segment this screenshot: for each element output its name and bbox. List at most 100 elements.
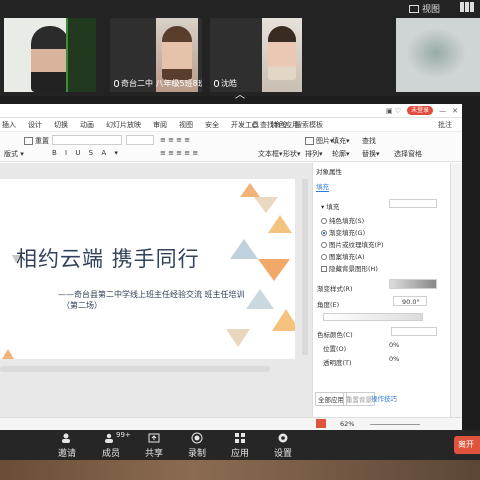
participant-gallery: 视图 奇台二中 八年级5班8班数... 沈皓 ︿ [0, 0, 480, 101]
position-label: 位置(O) [323, 345, 347, 353]
position-value[interactable]: 0% [389, 341, 399, 349]
vertical-scrollbar[interactable] [302, 179, 308, 355]
meeting-toolbar: 邀请 99+ 成员 共享 录制 应用 设置 离开 [0, 430, 480, 460]
reset-icon [24, 137, 33, 145]
menu-design[interactable]: 设计 [22, 120, 48, 130]
menu-view[interactable]: 视图 [173, 120, 199, 130]
record-button[interactable]: 录制 [180, 432, 214, 459]
transparency-value[interactable]: 0% [389, 355, 399, 363]
decor-triangle [2, 349, 14, 359]
checkbox-icon [321, 266, 327, 272]
option-gradient[interactable]: 渐变填充(G) [321, 227, 365, 237]
fill-button[interactable]: 填充▾ [332, 136, 350, 146]
comment-button[interactable]: 批注 [438, 120, 452, 130]
decor-triangle [268, 215, 292, 233]
wps-statusbar: 62% [0, 417, 462, 430]
hide-bg-checkbox[interactable]: 隐藏背景图形(H) [321, 263, 378, 273]
leave-button[interactable]: 离开 [454, 436, 480, 454]
tips-link[interactable]: 操作技巧 [371, 393, 397, 403]
option-pattern[interactable]: 图案填充(A) [321, 251, 365, 261]
close-icon[interactable]: ✕ [452, 107, 458, 115]
shared-screen: ▣ ♡ 未登录 — ✕ 插入 设计 切换 动画 幻灯片放映 审阅 视图 安全 开… [0, 104, 462, 430]
color-stop-select[interactable] [391, 327, 437, 336]
settings-button[interactable]: 设置 [266, 432, 300, 459]
align-buttons[interactable]: ≡ ≡ ≡ ≡ ≡ [160, 149, 198, 157]
collapse-gallery-icon[interactable]: ︿ [235, 91, 245, 101]
right-sidebar[interactable] [450, 163, 462, 417]
gallery-layout-icon[interactable] [460, 2, 474, 12]
members-button[interactable]: 99+ 成员 [94, 431, 131, 459]
minimize-icon[interactable]: — [439, 107, 446, 115]
menu-transition[interactable]: 切换 [48, 120, 74, 130]
gradient-style-label: 渐变样式(R) [317, 285, 353, 293]
decor-triangle [254, 197, 278, 213]
font-format-buttons[interactable]: B I U S A ▾ [52, 149, 121, 157]
participant-video [406, 28, 466, 78]
arrange-button[interactable]: 排列▾ [305, 149, 323, 159]
object-properties-panel: 对象属性 填充 ▾ 填充 纯色填充(S) 渐变填充(G) 图片或纹理填充(P) … [312, 163, 450, 417]
invite-button[interactable]: 邀请 [50, 432, 84, 459]
paragraph-buttons[interactable]: ≡ ≡ ≡ ≡ [160, 136, 190, 144]
font-size-select[interactable] [126, 135, 154, 145]
tab-fill[interactable]: 填充 [316, 181, 329, 192]
speaking-indicator [66, 18, 96, 92]
background-photo [0, 460, 480, 480]
participant-tile-1[interactable] [4, 18, 96, 92]
participant-tile-4[interactable] [396, 18, 480, 92]
outline-button[interactable]: 轮廓▾ [332, 149, 350, 159]
decor-triangle [258, 259, 290, 281]
horizontal-scrollbar[interactable] [0, 366, 270, 372]
mic-icon [114, 80, 119, 87]
menu-insert[interactable]: 插入 [0, 120, 22, 130]
reset-button[interactable]: 重置 [24, 136, 49, 146]
gradient-bar[interactable] [323, 313, 423, 321]
slide-canvas[interactable]: 相约云端 携手同行 ——奇台县第二中学线上班主任经验交流 班主任培训 （第二场） [0, 179, 295, 359]
zoom-slider[interactable] [370, 424, 420, 425]
invite-icon [62, 433, 70, 443]
textbox-button[interactable]: 文本框▾ [258, 149, 283, 159]
option-solid[interactable]: 纯色填充(S) [321, 215, 364, 225]
apps-icon [235, 433, 245, 443]
radio-icon [321, 254, 327, 260]
menu-security[interactable]: 安全 [199, 120, 225, 130]
view-button[interactable]: 视图 [408, 2, 440, 15]
participant-video [262, 18, 302, 92]
search-label: 查找命令、搜索模板 [260, 121, 323, 129]
decor-triangle [226, 329, 250, 347]
apps-button[interactable]: 应用 [223, 432, 257, 459]
angle-input[interactable]: 90.0° [393, 296, 427, 306]
decor-triangle [272, 309, 295, 331]
font-name-select[interactable] [52, 135, 122, 145]
play-button[interactable] [316, 419, 326, 428]
replace-button[interactable]: 替换▾ [362, 149, 380, 159]
participant-name: 沈皓 [221, 79, 237, 88]
image-icon [305, 137, 314, 145]
search-icon [252, 122, 258, 128]
shape-button[interactable]: 形状▾ [283, 149, 301, 159]
fill-preset-select[interactable] [389, 199, 437, 208]
wps-titlebar: ▣ ♡ 未登录 — ✕ [0, 104, 462, 118]
menu-slideshow[interactable]: 幻灯片放映 [100, 120, 147, 130]
image-button[interactable]: 图片▾ [305, 136, 334, 146]
layout-button[interactable]: 版式 ▾ [4, 149, 24, 159]
radio-icon [321, 218, 327, 224]
participant-tile-3[interactable]: 沈皓 [210, 18, 302, 92]
command-search[interactable]: 查找命令、搜索模板 [252, 120, 323, 130]
menu-animation[interactable]: 动画 [74, 120, 100, 130]
wps-menubar: 插入 设计 切换 动画 幻灯片放映 审阅 视图 安全 开发工具 特色应用 查找命… [0, 118, 462, 132]
share-button[interactable]: 共享 [137, 432, 171, 459]
zoom-level[interactable]: 62% [340, 420, 354, 428]
find-button[interactable]: 查找 [362, 136, 376, 146]
participant-video [31, 26, 69, 92]
participant-tile-2[interactable]: 奇台二中 八年级5班8班数... [110, 18, 202, 92]
login-badge[interactable]: 未登录 [407, 106, 434, 115]
option-picture[interactable]: 图片或纹理填充(P) [321, 239, 384, 249]
radio-icon [321, 242, 327, 248]
decor-triangle [240, 183, 260, 197]
view-label: 视图 [421, 5, 440, 15]
slide-title: 相约云端 携手同行 [16, 247, 200, 271]
menu-review[interactable]: 审阅 [147, 120, 173, 130]
gradient-style-picker[interactable] [389, 279, 437, 289]
decor-triangle [230, 239, 258, 259]
select-pane-button[interactable]: 选择窗格 [394, 149, 422, 159]
